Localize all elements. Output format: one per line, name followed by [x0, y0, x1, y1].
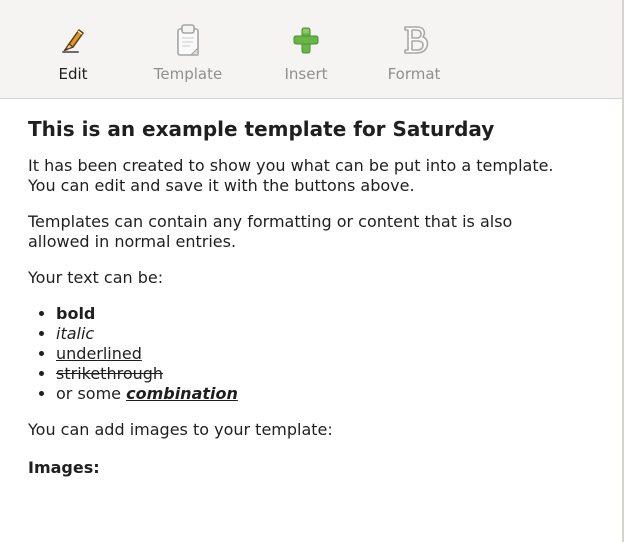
edit-button[interactable]: Edit: [32, 18, 114, 88]
pencil-icon: [62, 28, 85, 53]
plus-icon: [293, 27, 319, 54]
edit-label: Edit: [58, 65, 88, 83]
paragraph-created-line-1: It has been created to show you what can…: [28, 156, 554, 175]
images-heading: Images:: [28, 458, 100, 477]
bold-example: bold: [56, 304, 96, 323]
template-title: This is an example template for Saturday: [28, 117, 495, 141]
list-item-underlined: underlined: [56, 344, 618, 364]
format-button[interactable]: Format: [373, 18, 455, 88]
bold-b-icon: [404, 26, 429, 54]
paragraph-created: It has been created to show you what can…: [28, 156, 618, 196]
list-item-italic: italic: [56, 324, 618, 344]
paragraph-created-line-2: You can edit and save it with the button…: [28, 176, 415, 195]
paragraph-formatting-line-2: allowed in normal entries.: [28, 232, 237, 251]
paragraph-text-can-be: Your text can be:: [28, 268, 164, 287]
template-label: Template: [153, 65, 223, 83]
italic-example: italic: [56, 324, 95, 343]
strikethrough-example: strikethrough: [56, 364, 164, 383]
insert-label: Insert: [284, 65, 328, 83]
combination-prefix: or some: [56, 384, 127, 403]
template-button[interactable]: Template: [147, 18, 229, 88]
format-label: Format: [387, 65, 441, 83]
paragraph-formatting: Templates can contain any formatting or …: [28, 212, 618, 252]
template-icon: [177, 24, 199, 56]
underlined-example: underlined: [56, 344, 142, 363]
template-editor-window: Edit Template Insert Format This is an e…: [0, 0, 624, 542]
template-content[interactable]: This is an example template for Saturday…: [28, 116, 618, 478]
paragraph-formatting-line-1: Templates can contain any formatting or …: [28, 212, 513, 231]
list-item-strikethrough: strikethrough: [56, 364, 618, 384]
list-item-bold: bold: [56, 304, 618, 324]
list-item-combination: or some combination: [56, 384, 618, 404]
formatting-examples-list: bold italic underlined strikethrough or …: [28, 304, 618, 404]
insert-button[interactable]: Insert: [265, 18, 347, 88]
toolbar: Edit Template Insert Format: [0, 0, 624, 99]
combination-example: combination: [126, 384, 238, 403]
paragraph-images: You can add images to your template:: [28, 420, 333, 439]
